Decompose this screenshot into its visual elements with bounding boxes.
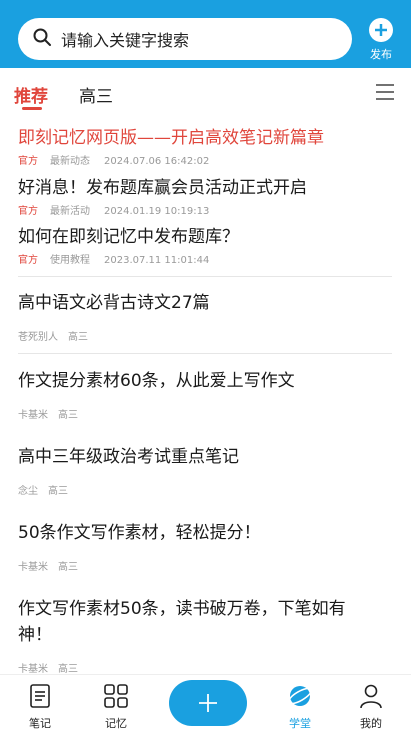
notice-time: 2023.07.11 11:01:44: [104, 255, 210, 266]
post-author: 卡基米: [18, 410, 48, 421]
post-author: 卡基米: [18, 562, 48, 573]
note-icon: [30, 684, 50, 708]
notice-source: 官方: [18, 156, 38, 167]
post-grade: 高三: [48, 486, 68, 497]
notice-time: 2024.01.19 10:19:13: [104, 206, 210, 217]
notice-source: 官方: [18, 206, 38, 217]
post-author: 念尘: [18, 486, 38, 497]
notice-source: 官方: [18, 255, 38, 266]
tab-bar: 推荐 高三: [0, 68, 411, 116]
nav-school[interactable]: 学堂: [270, 683, 330, 731]
menu-icon[interactable]: [376, 83, 394, 101]
post-title: 作文提分素材60条，从此爱上写作文: [18, 371, 295, 391]
nav-label: 我的: [360, 717, 382, 730]
post-item[interactable]: 作文写作素材50条，读书破万卷，下笔如有神！ 卡基米 高三: [18, 596, 378, 674]
top-bar: 请输入关键字搜索 发布: [0, 0, 411, 68]
nav-label: 学堂: [289, 717, 311, 730]
plus-icon: [199, 694, 217, 712]
notice-item[interactable]: 好消息！发布题库赢会员活动正式开启 官方 最新活动 2024.01.19 10:19…: [18, 173, 307, 217]
post-author: 卡基米: [18, 664, 48, 674]
add-button[interactable]: [169, 680, 247, 726]
bottom-nav: 笔记 记忆 学堂 我的: [0, 674, 411, 732]
publish-button[interactable]: 发布: [351, 18, 411, 64]
nav-label: 笔记: [29, 717, 51, 730]
nav-profile[interactable]: 我的: [341, 683, 401, 731]
post-grade: 高三: [58, 664, 78, 674]
notice-item[interactable]: 即刻记忆网页版——开启高效笔记新篇章 官方 最新动态 2024.07.06 16:4…: [18, 123, 324, 167]
plus-circle-icon: [369, 18, 393, 42]
feed-list: 即刻记忆网页版——开启高效笔记新篇章 官方 最新动态 2024.07.06 16:4…: [0, 116, 411, 674]
post-grade: 高三: [58, 562, 78, 573]
tab-active-indicator: [22, 107, 42, 110]
post-item[interactable]: 高中三年级政治考试重点笔记 念尘 高三: [18, 444, 378, 497]
post-title: 高中三年级政治考试重点笔记: [18, 447, 239, 467]
search-placeholder: 请输入关键字搜索: [61, 31, 190, 50]
nav-label: 记忆: [105, 717, 127, 730]
notice-title: 好消息！发布题库赢会员活动正式开启: [18, 178, 307, 198]
post-title: 作文写作素材50条，读书破万卷，下笔如有神！: [18, 599, 346, 645]
grid-icon: [104, 684, 128, 708]
notice-category: 使用教程: [50, 255, 90, 266]
post-grade: 高三: [68, 332, 88, 343]
search-icon: [32, 27, 52, 51]
post-grade: 高三: [58, 410, 78, 421]
nav-memory[interactable]: 记忆: [86, 683, 146, 731]
publish-label: 发布: [370, 48, 392, 61]
notice-category: 最新活动: [50, 206, 90, 217]
post-title: 高中语文必背古诗文27篇: [18, 293, 210, 313]
notice-item[interactable]: 如何在即刻记忆中发布题库？ 官方 使用教程 2023.07.11 11:01:44: [18, 222, 239, 266]
post-item[interactable]: 高中语文必背古诗文27篇 苍死别人 高三: [18, 290, 378, 343]
notice-title: 如何在即刻记忆中发布题库？: [18, 227, 239, 247]
search-bar[interactable]: 请输入关键字搜索: [18, 18, 352, 60]
tab-grade-3[interactable]: 高三: [79, 82, 113, 107]
post-item[interactable]: 作文提分素材60条，从此爱上写作文 卡基米 高三: [18, 368, 378, 421]
planet-icon: [287, 686, 313, 706]
notice-title: 即刻记忆网页版——开启高效笔记新篇章: [18, 128, 324, 148]
post-author: 苍死别人: [18, 332, 58, 343]
post-title: 50条作文写作素材，轻松提分！: [18, 523, 261, 543]
post-item[interactable]: 50条作文写作素材，轻松提分！ 卡基米 高三: [18, 520, 378, 573]
nav-notes[interactable]: 笔记: [10, 683, 70, 731]
divider: [18, 353, 392, 354]
notice-category: 最新动态: [50, 156, 90, 167]
notice-time: 2024.07.06 16:42:02: [104, 156, 210, 167]
person-icon: [360, 684, 382, 709]
tab-recommend[interactable]: 推荐: [14, 82, 48, 107]
divider: [18, 276, 392, 277]
